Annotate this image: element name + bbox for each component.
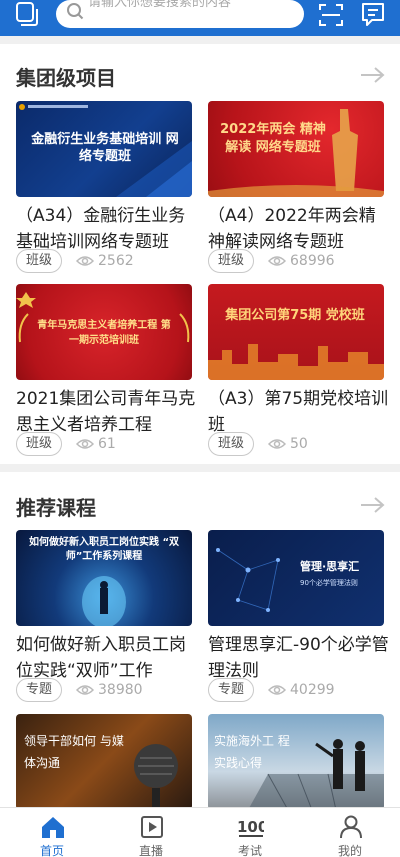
nav-label: 首页 xyxy=(39,844,64,857)
exam-icon: 100 xyxy=(238,818,264,837)
search-icon xyxy=(67,3,84,20)
eye-icon xyxy=(76,439,94,449)
course-title: （A4）2022年两会精神解读网络专题班 xyxy=(208,206,376,251)
thumbnail-title: 金融衍生业务基础培训 网络专题班 xyxy=(31,132,179,164)
course-thumbnail: 实施海外工 程实践心得 xyxy=(208,714,384,810)
nav-label: 直播 xyxy=(138,844,163,857)
course-title: 如何做好新入职员工岗位实践“双师”工作 xyxy=(16,635,186,680)
thumbnail-title: 如何做好新入职员工岗位实践 “双师”工作系列课程 xyxy=(28,537,180,562)
recommended-courses-section: 推荐课程 如何做好新入职员工岗位实践 “双师”工作系列课程 如何做好新入职员工岗… xyxy=(0,472,400,812)
svg-text:100: 100 xyxy=(238,818,264,836)
nav-profile[interactable]: 我的 xyxy=(320,812,380,857)
bottom-nav: 首页 直播 100 考试 我的 xyxy=(0,807,400,857)
course-thumbnail: 2022年两会 精神解读 网络专题班 xyxy=(208,101,384,197)
eye-icon xyxy=(268,439,286,449)
nav-live[interactable]: 直播 xyxy=(121,812,181,857)
section-title: 推荐课程 xyxy=(16,496,96,520)
nav-label: 我的 xyxy=(337,844,362,857)
type-badge: 班级 xyxy=(16,432,63,456)
home-icon xyxy=(42,817,64,838)
eye-icon xyxy=(268,685,286,695)
app-screen: 请输入你想要搜索的内容 集团级项目 金融衍生业务基础培训 网络专题班 （A34）… xyxy=(0,0,400,857)
eye-icon xyxy=(76,256,94,266)
divider xyxy=(0,464,400,472)
type-badge: 班级 xyxy=(208,249,255,273)
type-badge: 班级 xyxy=(16,249,63,273)
course-thumbnail: 管理·思享汇 90个必学管理法则 xyxy=(208,530,384,626)
thumbnail-title: 管理·思享汇 xyxy=(300,560,360,573)
thumbnail-title: 实施海外工 程实践心得 xyxy=(214,734,290,770)
section-title: 集团级项目 xyxy=(16,66,116,90)
group-projects-section: 集团级项目 金融衍生业务基础培训 网络专题班 （A34）金融衍生业务基础培训网络… xyxy=(0,44,400,464)
course-title: 管理思享汇-90个必学管理法则 xyxy=(208,635,389,680)
course-thumbnail: 金融衍生业务基础培训 网络专题班 xyxy=(16,101,192,197)
profile-icon xyxy=(340,815,362,839)
type-badge: 班级 xyxy=(208,432,255,456)
course-thumbnail: 领导干部如何 与媒体沟通 xyxy=(16,714,192,810)
copy-icon[interactable] xyxy=(14,2,38,26)
arrow-right-icon[interactable] xyxy=(360,496,386,514)
nav-exam[interactable]: 100 考试 xyxy=(220,812,280,857)
live-icon xyxy=(141,816,163,838)
eye-icon xyxy=(268,256,286,266)
arrow-right-icon[interactable] xyxy=(360,66,386,84)
type-badge: 专题 xyxy=(16,678,63,702)
course-title: （A3）第75期党校培训班 xyxy=(208,389,389,434)
thumbnail-subtitle: 90个必学管理法则 xyxy=(300,579,358,587)
type-badge: 专题 xyxy=(208,678,255,702)
course-thumbnail: 集团公司第75期 党校班 xyxy=(208,284,384,380)
course-thumbnail: 青年马克思主义者培养工程 第一期示范培训班 xyxy=(16,284,192,380)
thumbnail-title: 2022年两会 精神解读 网络专题班 xyxy=(220,122,326,155)
thumbnail-title: 领导干部如何 与媒体沟通 xyxy=(24,734,124,770)
eye-icon xyxy=(76,685,94,695)
search-input[interactable]: 请输入你想要搜索的内容 xyxy=(56,0,304,28)
top-bar: 请输入你想要搜索的内容 xyxy=(0,0,400,36)
course-title: （A34）金融衍生业务基础培训网络专题班 xyxy=(16,206,186,251)
divider xyxy=(0,36,400,44)
course-thumbnail: 如何做好新入职员工岗位实践 “双师”工作系列课程 xyxy=(16,530,192,626)
message-icon[interactable] xyxy=(360,1,384,26)
course-title: 2021集团公司青年马克思主义者培养工程 xyxy=(16,389,196,434)
scan-icon[interactable] xyxy=(318,2,343,26)
search-placeholder: 请输入你想要搜索的内容 xyxy=(88,0,232,10)
thumbnail-title: 集团公司第75期 党校班 xyxy=(225,308,365,323)
thumbnail-title: 青年马克思主义者培养工程 第一期示范培训班 xyxy=(37,320,171,346)
nav-label: 考试 xyxy=(237,844,262,857)
nav-home[interactable]: 首页 xyxy=(22,812,82,857)
